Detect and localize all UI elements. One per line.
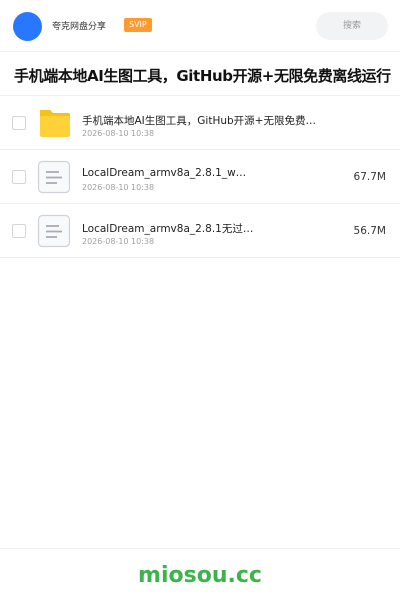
brand-watermark[interactable]: miosou.cc — [0, 563, 400, 588]
row-checkbox[interactable] — [12, 224, 26, 238]
search-input[interactable]: 搜索 — [316, 12, 388, 40]
svip-badge: SVIP — [124, 18, 152, 32]
title-bar: 手机端本地AI生图工具，GitHub开源+无限免费离线运行 — [0, 52, 400, 96]
file-date: 2026-08-10 10:38 — [82, 129, 155, 138]
file-name: LocalDream_armv8a_2.8.1_w… — [82, 167, 247, 179]
header-bar: 夸克网盘分享 SVIP 搜索 — [0, 0, 400, 52]
file-row-document[interactable]: LocalDream_armv8a_2.8.1无过… 2026-08-10 10… — [0, 204, 400, 258]
file-list: 手机端本地AI生图工具，GitHub开源+无限免费… 2026-08-10 10… — [0, 96, 400, 258]
page-title: 手机端本地AI生图工具，GitHub开源+无限免费离线运行 — [14, 67, 391, 85]
footer-bar: miosou.cc — [0, 548, 400, 600]
file-size: 67.7M — [353, 171, 386, 183]
document-icon — [37, 160, 71, 194]
file-name: 手机端本地AI生图工具，GitHub开源+无限免费… — [82, 115, 316, 127]
file-date: 2026-08-10 10:38 — [82, 183, 155, 192]
document-icon — [37, 214, 71, 248]
avatar[interactable] — [13, 12, 42, 41]
file-name: LocalDream_armv8a_2.8.1无过… — [82, 223, 254, 235]
row-checkbox[interactable] — [12, 116, 26, 130]
file-date: 2026-08-10 10:38 — [82, 237, 155, 246]
file-row-document[interactable]: LocalDream_armv8a_2.8.1_w… 2026-08-10 10… — [0, 150, 400, 204]
app-name: 夸克网盘分享 — [52, 22, 107, 32]
folder-icon — [40, 110, 70, 137]
row-checkbox[interactable] — [12, 170, 26, 184]
file-row-folder[interactable]: 手机端本地AI生图工具，GitHub开源+无限免费… 2026-08-10 10… — [0, 96, 400, 150]
file-size: 56.7M — [353, 225, 386, 237]
